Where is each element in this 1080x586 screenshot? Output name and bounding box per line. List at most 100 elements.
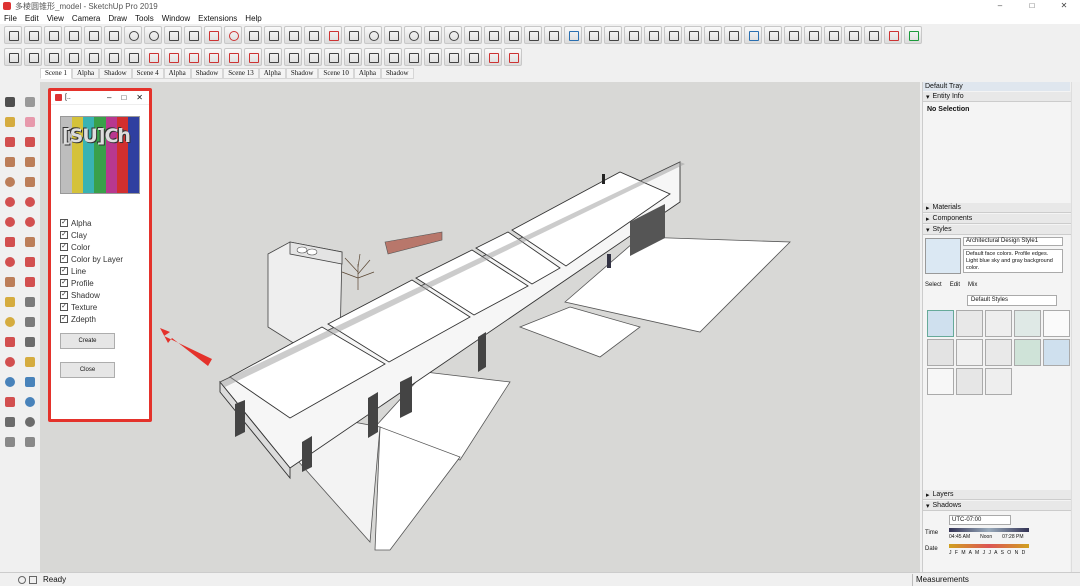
scene-tab[interactable]: Alpha bbox=[353, 68, 381, 79]
followme-icon[interactable] bbox=[22, 254, 39, 271]
monochrome-style-icon[interactable] bbox=[784, 26, 802, 44]
smoove-icon[interactable] bbox=[44, 48, 62, 66]
two-point-arc-icon[interactable] bbox=[22, 194, 39, 211]
xray-style-icon[interactable] bbox=[684, 26, 702, 44]
styles-header[interactable]: ▾ Styles bbox=[923, 225, 1071, 235]
pie-icon[interactable] bbox=[22, 214, 39, 231]
zoom-extents-icon[interactable] bbox=[2, 394, 19, 411]
camera-position-icon[interactable] bbox=[504, 26, 522, 44]
scene-tab[interactable]: Alpha bbox=[71, 68, 100, 79]
components-icon[interactable] bbox=[844, 26, 862, 44]
paint-bucket-icon[interactable] bbox=[2, 114, 19, 131]
add-detail-icon[interactable] bbox=[104, 48, 122, 66]
menu-edit[interactable]: Edit bbox=[21, 14, 43, 23]
create-button[interactable]: Create bbox=[60, 333, 115, 349]
menu-file[interactable]: File bbox=[0, 14, 21, 23]
text-tool-icon[interactable] bbox=[304, 26, 322, 44]
tape-measure-icon[interactable] bbox=[2, 294, 19, 311]
tab-edit[interactable]: Edit bbox=[950, 282, 960, 288]
time-slider[interactable] bbox=[949, 528, 1029, 532]
pushpull-icon[interactable] bbox=[22, 234, 39, 251]
followme-tool-icon[interactable] bbox=[284, 26, 302, 44]
su-channel-icon[interactable] bbox=[504, 48, 522, 66]
maximize-button[interactable]: □ bbox=[1016, 0, 1048, 12]
checkbox-checked-icon[interactable]: ✓ bbox=[60, 267, 68, 275]
eraser-icon[interactable] bbox=[22, 114, 39, 131]
component-icon[interactable] bbox=[22, 94, 39, 111]
option-profile[interactable]: ✓ Profile bbox=[60, 277, 123, 289]
right-view-icon[interactable] bbox=[624, 26, 642, 44]
pan-icon[interactable] bbox=[22, 354, 39, 371]
sandbox-from-scratch-icon[interactable] bbox=[24, 48, 42, 66]
style-thumb[interactable] bbox=[985, 310, 1012, 337]
zoom-icon[interactable] bbox=[2, 374, 19, 391]
tab-select[interactable]: Select bbox=[925, 282, 942, 288]
protractor-tool-icon[interactable] bbox=[364, 26, 382, 44]
look-around-icon[interactable] bbox=[22, 414, 39, 431]
rotate-icon[interactable] bbox=[2, 254, 19, 271]
position-camera-icon[interactable] bbox=[2, 414, 19, 431]
orbit-icon[interactable] bbox=[2, 354, 19, 371]
tape-measure-icon[interactable] bbox=[64, 26, 82, 44]
geo-location-status-icon[interactable] bbox=[18, 575, 26, 584]
checkbox-checked-icon[interactable]: ✓ bbox=[60, 255, 68, 263]
scene-tab[interactable]: Shadow bbox=[381, 68, 414, 79]
circle-icon[interactable] bbox=[2, 174, 19, 191]
close-dialog-button[interactable]: Close bbox=[60, 362, 115, 378]
scene-tab[interactable]: Shadow bbox=[99, 68, 132, 79]
solid-intersect-icon[interactable] bbox=[184, 48, 202, 66]
tab-mix[interactable]: Mix bbox=[968, 282, 977, 288]
entity-info-header[interactable]: ▾ Entity Info bbox=[923, 92, 1071, 102]
style-thumb[interactable] bbox=[927, 310, 954, 337]
3d-text-icon[interactable] bbox=[22, 334, 39, 351]
scene-tab[interactable]: Shadow bbox=[190, 68, 224, 79]
measurements-box[interactable]: Measurements bbox=[912, 573, 1080, 586]
option-zdepth[interactable]: ✓ Zdepth bbox=[60, 313, 123, 325]
section-fill-icon[interactable] bbox=[304, 48, 322, 66]
previous-view-icon[interactable] bbox=[484, 26, 502, 44]
scene-tab[interactable]: Scene 10 bbox=[318, 68, 354, 79]
option-shadow[interactable]: ✓ Shadow bbox=[60, 289, 123, 301]
style-thumb[interactable] bbox=[956, 310, 983, 337]
front-view-icon[interactable] bbox=[604, 26, 622, 44]
style-thumb[interactable] bbox=[985, 368, 1012, 395]
zoom-tool-icon[interactable] bbox=[444, 26, 462, 44]
style-thumb[interactable] bbox=[1043, 310, 1070, 337]
scene-tab[interactable]: Scene 13 bbox=[223, 68, 259, 79]
match-photo-icon[interactable] bbox=[364, 48, 382, 66]
scene-tab[interactable]: Alpha bbox=[258, 68, 286, 79]
tray-scrollbar[interactable] bbox=[1071, 82, 1080, 572]
previous-icon[interactable] bbox=[22, 394, 39, 411]
checkbox-checked-icon[interactable]: ✓ bbox=[60, 303, 68, 311]
solid-trim-icon[interactable] bbox=[204, 48, 222, 66]
option-texture[interactable]: ✓ Texture bbox=[60, 301, 123, 313]
rotated-rectangle-icon[interactable] bbox=[22, 154, 39, 171]
menu-view[interactable]: View bbox=[43, 14, 68, 23]
pencil-line-icon[interactable] bbox=[2, 134, 19, 151]
section-cut-icon[interactable] bbox=[284, 48, 302, 66]
dialog-minimize-button[interactable]: – bbox=[107, 93, 111, 102]
select-tool-icon[interactable] bbox=[4, 26, 22, 44]
shadow-toggle-icon[interactable] bbox=[324, 48, 342, 66]
section-display-icon[interactable] bbox=[264, 48, 282, 66]
dimension-icon[interactable] bbox=[22, 294, 39, 311]
solid-split-icon[interactable] bbox=[224, 48, 242, 66]
section-plane-icon[interactable] bbox=[22, 434, 39, 451]
checkbox-checked-icon[interactable]: ✓ bbox=[60, 219, 68, 227]
move-icon[interactable] bbox=[2, 234, 19, 251]
date-slider[interactable] bbox=[949, 544, 1029, 548]
left-view-icon[interactable] bbox=[664, 26, 682, 44]
warehouse-icon[interactable] bbox=[804, 26, 822, 44]
style-name-field[interactable]: Architectural Design Style1 bbox=[963, 237, 1063, 246]
offset-tool-icon[interactable] bbox=[264, 26, 282, 44]
menu-extensions[interactable]: Extensions bbox=[194, 14, 241, 23]
scale-tool-icon[interactable] bbox=[244, 26, 262, 44]
scene-tab[interactable]: Alpha bbox=[163, 68, 191, 79]
scene-tab[interactable]: Scene 1 bbox=[40, 68, 72, 79]
style-thumb[interactable] bbox=[1014, 339, 1041, 366]
arc-icon[interactable] bbox=[2, 194, 19, 211]
checkbox-checked-icon[interactable]: ✓ bbox=[60, 243, 68, 251]
menu-help[interactable]: Help bbox=[241, 14, 265, 23]
outer-shell-icon[interactable] bbox=[244, 48, 262, 66]
option-line[interactable]: ✓ Line bbox=[60, 265, 123, 277]
